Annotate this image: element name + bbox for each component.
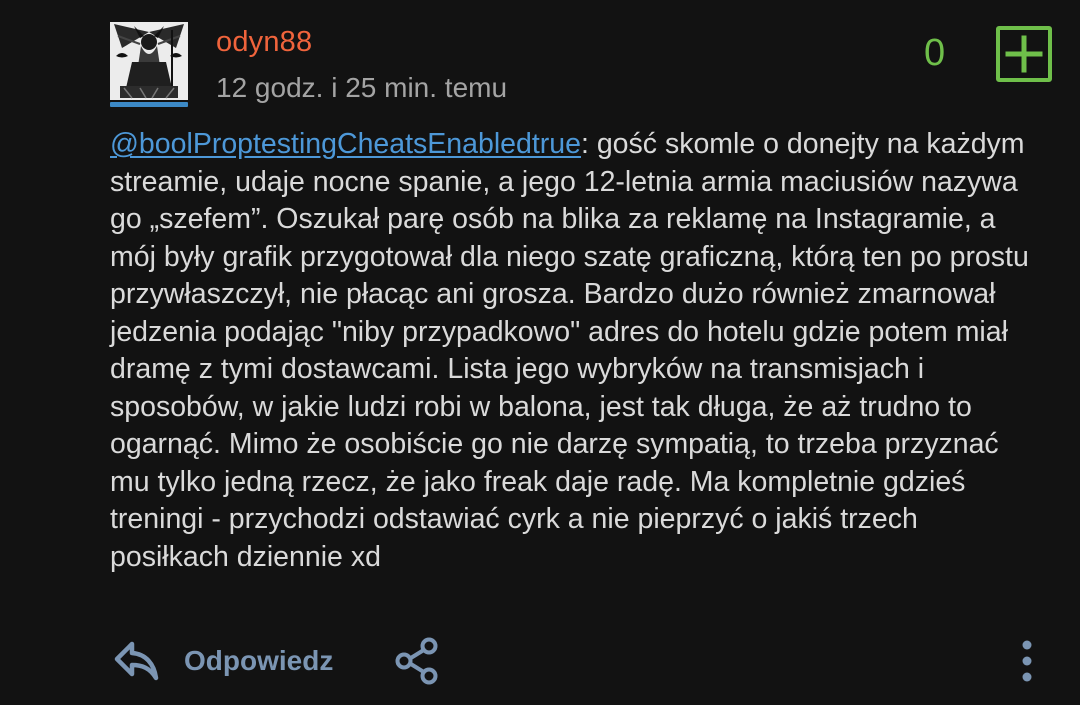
reply-button[interactable]: Odpowiedz (112, 634, 333, 688)
reply-icon (114, 641, 159, 681)
upvote-button[interactable] (996, 26, 1052, 82)
share-icon (395, 637, 438, 685)
comment-text: : gość skomle o donejty na każdym stream… (110, 128, 1029, 573)
comment-body: @boolProptestingCheatsEnabledtrue: gość … (110, 126, 1040, 576)
more-vertical-icon (1022, 640, 1032, 682)
vote-score: 0 (924, 32, 946, 74)
share-button[interactable] (392, 636, 442, 686)
plus-icon (1005, 35, 1043, 73)
avatar[interactable] (110, 22, 188, 100)
avatar-image (110, 22, 188, 100)
more-options-button[interactable] (1010, 636, 1044, 686)
comment-card: odyn88 12 godz. i 25 min. temu 0 @boolPr… (0, 0, 1080, 705)
mention-link[interactable]: @boolProptestingCheatsEnabledtrue (110, 128, 581, 160)
username[interactable]: odyn88 (216, 26, 312, 59)
timestamp: 12 godz. i 25 min. temu (216, 72, 508, 103)
reply-label: Odpowiedz (184, 645, 334, 676)
avatar-underline (110, 102, 188, 107)
